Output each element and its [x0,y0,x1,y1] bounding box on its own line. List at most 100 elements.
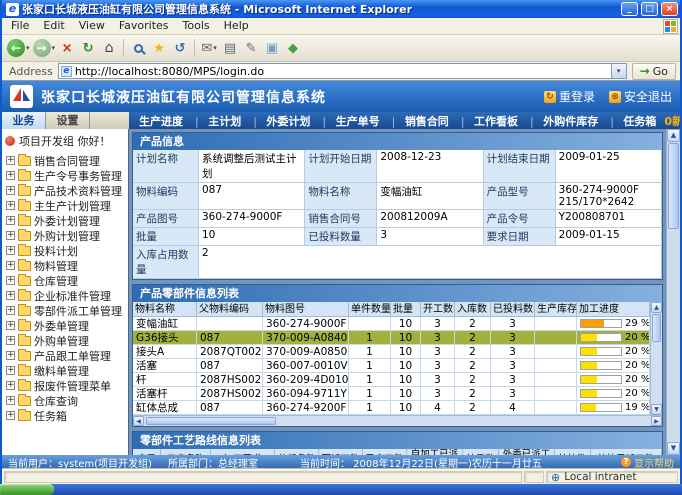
expand-icon[interactable]: + [6,321,15,330]
expand-icon[interactable]: + [6,231,15,240]
scroll-track [667,230,680,442]
search-button[interactable] [128,37,148,59]
tab-settings[interactable]: 设置 [46,112,90,129]
column-header: 批量 [391,302,421,317]
sidebar-tree-item[interactable]: + 外购单管理 [2,333,128,348]
nav-item[interactable]: 工作看板 [455,113,524,129]
address-dropdown[interactable]: ▾ [611,64,626,78]
sidebar-tree-item[interactable]: + 物料管理 [2,258,128,273]
field-label: 计划名称 [133,150,199,183]
menu-item[interactable]: View [72,18,112,34]
menu-item[interactable]: Favorites [112,18,176,34]
help-link[interactable]: ?显示帮助 [621,455,674,469]
discuss-button[interactable]: ▣ [262,37,282,59]
table-row[interactable]: 变幅油缸 360-274-9000F 10 3 2 3 [133,317,650,331]
sidebar-tree-item[interactable]: + 任务箱 [2,408,128,423]
scroll-thumb[interactable] [668,143,679,229]
sidebar-tree-item[interactable]: + 产品跟工单管理 [2,348,128,363]
menu-item[interactable]: File [4,18,36,34]
sidebar-tree-item[interactable]: + 仓库查询 [2,393,128,408]
folder-icon [18,156,31,166]
mail-button[interactable]: ✉▾ [199,37,219,59]
table-row[interactable]: 缸体总成 087 360-274-9200F 1 10 4 2 4 [133,401,650,415]
sidebar-tree-item[interactable]: + 生产令号事务管理 [2,168,128,183]
expand-icon[interactable]: + [6,336,15,345]
expand-icon[interactable]: + [6,186,15,195]
go-button[interactable]: → Go [632,63,676,80]
table-row[interactable]: 接头A 2087QT002 370-009-A0850 1 10 3 2 3 [133,345,650,359]
refresh-button[interactable]: ↻ [78,37,98,59]
logout-button[interactable]: ⊗安全退出 [609,88,672,105]
expand-icon[interactable]: + [6,396,15,405]
scroll-left-button[interactable]: ◀ [133,416,144,426]
expand-icon[interactable]: + [6,366,15,375]
table-row[interactable]: 活塞 087 360-007-0010V 1 10 3 2 3 [133,359,650,373]
sidebar-tree-item[interactable]: + 零部件派工单管理 [2,303,128,318]
nav-item[interactable]: 生产单号 [316,113,385,129]
maximize-button[interactable]: □ [641,2,658,16]
browser-titlebar[interactable]: e 张家口长城液压油缸有限公司管理信息系统 - Microsoft Intern… [2,0,680,18]
scroll-thumb[interactable] [652,314,661,342]
favorites-button[interactable]: ★ [149,37,169,59]
history-button[interactable]: ↺ [170,37,190,59]
back-button[interactable]: ←▾ [6,37,31,59]
field-label: 产品图号 [133,210,199,228]
sidebar-tree-item[interactable]: + 外购计划管理 [2,228,128,243]
sidebar-tree-item[interactable]: + 产品技术资料管理 [2,183,128,198]
expand-icon[interactable]: + [6,171,15,180]
nav-item[interactable]: 主计划 [189,113,247,129]
stop-button[interactable]: × [57,37,77,59]
nav-item[interactable]: 外委计划 [247,113,316,129]
scroll-up-button[interactable]: ▲ [651,302,662,313]
scroll-thumb[interactable] [146,417,276,425]
expand-icon[interactable]: + [6,201,15,210]
expand-icon[interactable]: + [6,306,15,315]
scroll-down-button[interactable]: ▼ [667,442,680,455]
sidebar-tree-item[interactable]: + 销售合同管理 [2,153,128,168]
cell-stocked: 2 [455,401,491,415]
expand-icon[interactable]: + [6,411,15,420]
minimize-button[interactable]: _ [621,2,638,16]
nav-item[interactable]: 生产进度 [133,113,189,129]
table-row[interactable]: G36接头 087 370-009-A0840 1 10 3 2 3 [133,331,650,345]
expand-icon[interactable]: + [6,261,15,270]
table-row[interactable]: 杆 2087HS002 360-209-4D010 1 10 3 2 3 [133,373,650,387]
sidebar-tree-item[interactable]: + 企业标准件管理 [2,288,128,303]
sidebar-tree-item[interactable]: + 投料计划 [2,243,128,258]
expand-icon[interactable]: + [6,246,15,255]
sidebar-tree-item[interactable]: + 报废件管理菜单 [2,378,128,393]
menu-item[interactable]: Tools [176,18,217,34]
sidebar-tree-item[interactable]: + 缴料单管理 [2,363,128,378]
expand-icon[interactable]: + [6,351,15,360]
menu-item[interactable]: Help [217,18,256,34]
expand-icon[interactable]: + [6,291,15,300]
tab-business[interactable]: 业务 [2,112,46,129]
sidebar-tree-item[interactable]: + 仓库管理 [2,273,128,288]
nav-item[interactable]: 销售合同 [386,113,455,129]
start-button[interactable] [0,484,54,495]
cell-stocked: 2 [455,317,491,331]
relogin-button[interactable]: ↻重登录 [544,88,595,105]
address-input[interactable]: e http://localhost:8080/MPS/login.do ▾ [58,63,627,79]
expand-icon[interactable]: + [6,276,15,285]
close-button[interactable]: × [661,2,678,16]
scroll-up-button[interactable]: ▲ [667,129,680,142]
sidebar-tree-item[interactable]: + 主生产计划管理 [2,198,128,213]
nav-item[interactable]: 任务箱 [604,113,662,129]
edit-button[interactable]: ✎ [241,37,261,59]
expand-icon[interactable]: + [6,216,15,225]
sidebar-tree-item[interactable]: + 外委计划管理 [2,213,128,228]
scroll-track [651,343,662,404]
expand-icon[interactable]: + [6,381,15,390]
menu-item[interactable]: Edit [36,18,71,34]
table-row[interactable]: 活塞杆 2087HS002 360-094-9711Y 1 10 3 2 3 [133,387,650,401]
scroll-right-button[interactable]: ▶ [651,416,662,426]
print-button[interactable]: ▤ [220,37,240,59]
forward-button[interactable]: →▾ [32,37,57,59]
home-button[interactable]: ⌂ [99,37,119,59]
nav-item[interactable]: 外购件库存 [524,113,604,129]
sidebar-tree-item[interactable]: + 外委单管理 [2,318,128,333]
scroll-down-button[interactable]: ▼ [651,404,662,415]
messenger-button[interactable]: ◆ [283,37,303,59]
expand-icon[interactable]: + [6,156,15,165]
